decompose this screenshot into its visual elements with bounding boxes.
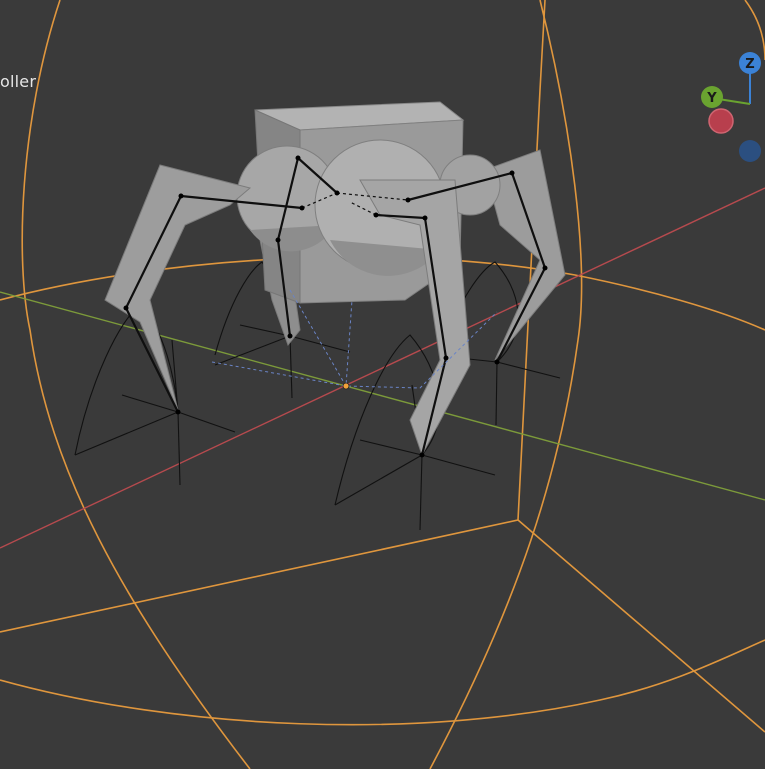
svg-text:Z: Z xyxy=(745,57,754,72)
world-origin-point xyxy=(342,382,350,390)
viewport-object-label: oller xyxy=(0,72,37,91)
gizmo-neg-x-ball[interactable] xyxy=(708,108,734,134)
3d-viewport[interactable]: oller Y Z xyxy=(0,0,765,769)
gizmo-y-axis[interactable]: Y xyxy=(701,86,723,108)
gizmo-neg-z-ball[interactable] xyxy=(739,140,761,162)
gizmo-z-axis[interactable]: Z xyxy=(739,52,761,74)
svg-text:Y: Y xyxy=(706,91,717,106)
y-axis-line xyxy=(0,291,765,501)
viewport-scene[interactable] xyxy=(0,0,765,769)
